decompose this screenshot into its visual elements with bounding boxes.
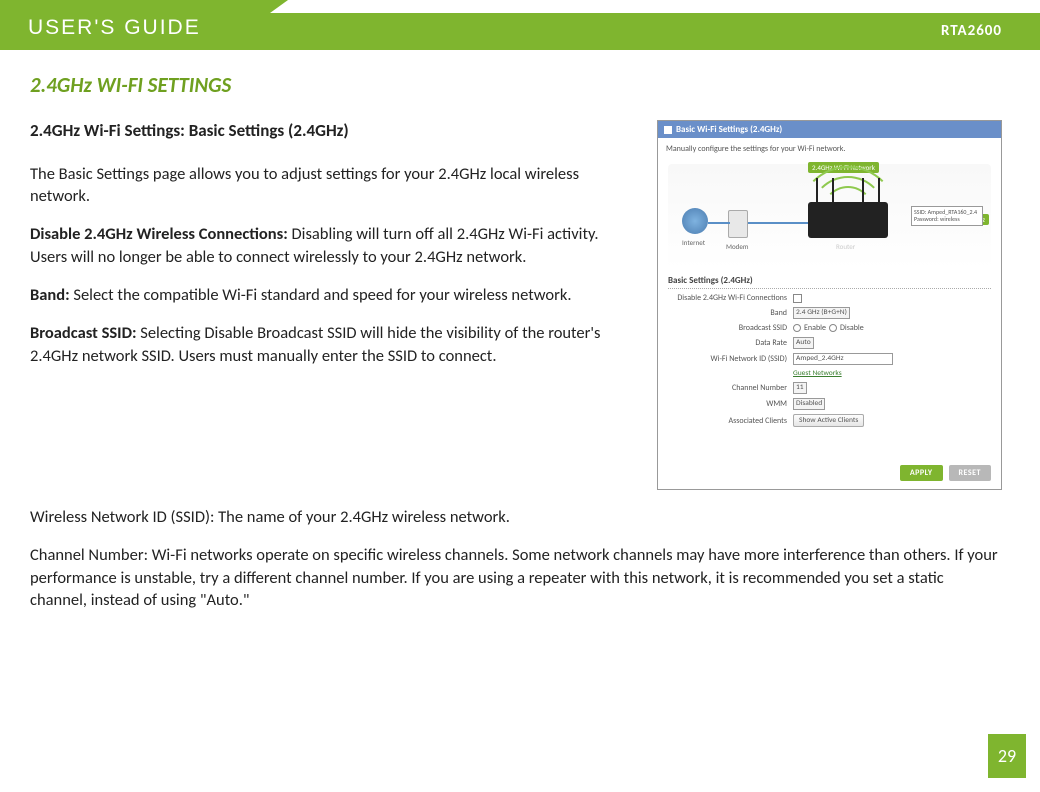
broadcast-paragraph: Broadcast SSID: Selecting Disable Broadc… [30,322,632,367]
wmm-select[interactable]: Disabled [793,398,825,410]
modem-icon [728,210,748,238]
disable-checkbox[interactable] [793,294,802,303]
datarate-select[interactable]: Auto [793,337,814,349]
page-number: 29 [988,734,1026,778]
panel-icon [664,126,672,134]
reset-button[interactable]: RESET [949,465,991,481]
ssid-paragraph: Wireless Network ID (SSID): The name of … [30,506,1002,528]
ssid-info-box: SSID: Amped_RTA160_2.4 Password: wireles… [911,206,983,226]
section-title: 2.4GHz WI-FI SETTINGS [30,72,1002,98]
channel-select[interactable]: 11 [793,382,807,394]
apply-button[interactable]: APPLY [900,465,943,481]
disable-paragraph: Disable 2.4GHz Wireless Connections: Dis… [30,223,632,268]
show-clients-button[interactable]: Show Active Clients [793,414,864,427]
broadcast-enable-radio[interactable] [793,324,801,332]
intro-paragraph: The Basic Settings page allows you to ad… [30,163,632,208]
panel-desc: Manually configure the settings for your… [658,138,1001,160]
ssid-input[interactable]: Amped_2.4GHz [793,353,893,365]
channel-paragraph: Channel Number: Wi-Fi networks operate o… [30,544,1002,611]
sub-title: 2.4GHz Wi-Fi Settings: Basic Settings (2… [30,120,632,143]
broadcast-disable-radio[interactable] [829,324,837,332]
page-header: USER'S GUIDE RTA2600 [0,0,1040,50]
band-select[interactable]: 2.4 GHz (B+G+N) [793,307,850,319]
settings-screenshot: Basic Wi-Fi Settings (2.4GHz) Manually c… [657,120,1002,490]
panel-header: Basic Wi-Fi Settings (2.4GHz) [658,121,1001,138]
header-title: USER'S GUIDE [28,16,201,40]
guest-networks-link[interactable]: Guest Networks [793,369,842,378]
network-diagram: 2.4GHz Wi-Fi Network Internet Modem Rout… [668,164,991,269]
header-model: RTA2600 [941,22,1002,40]
band-paragraph: Band: Select the compatible Wi-Fi standa… [30,284,632,306]
form-title: Basic Settings (2.4GHz) [668,275,991,289]
router-icon [808,202,888,238]
settings-form: Disable 2.4GHz Wi-Fi Connections Band 2.… [668,293,991,427]
internet-icon [682,208,708,234]
